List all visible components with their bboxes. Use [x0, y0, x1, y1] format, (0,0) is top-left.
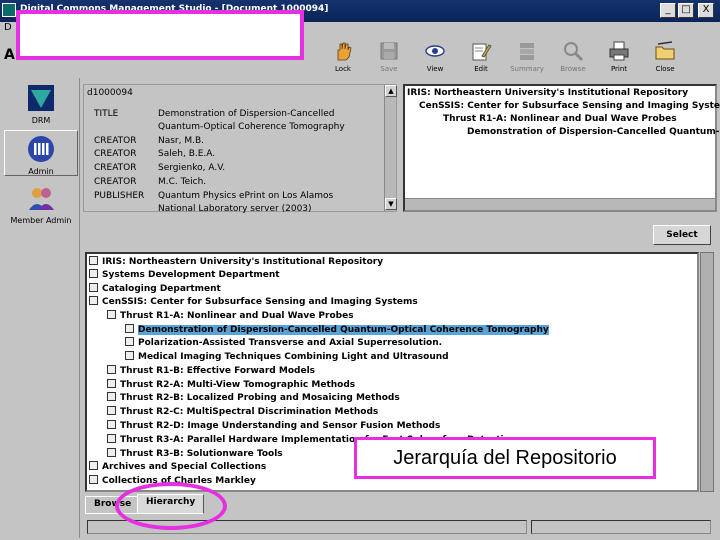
tree-node[interactable]: Cataloging Department	[89, 283, 221, 294]
metadata-row: TITLE Demonstration of Dispersion-Cancell…	[94, 109, 335, 119]
collection-icon	[89, 296, 98, 305]
tree-node[interactable]: Systems Development Department	[89, 269, 280, 280]
edit-icon	[472, 43, 492, 61]
metadata-scrollbar[interactable]: ▲ ▼	[384, 85, 397, 211]
toolbar: Lock Save View Edit Summary Browse Print…	[320, 36, 720, 78]
edit-button[interactable]: Edit	[458, 38, 504, 78]
tree-node[interactable]: Polarization-Assisted Transverse and Axi…	[125, 337, 442, 348]
annotation-ellipse	[115, 482, 227, 530]
scroll-down-arrow-icon[interactable]: ▼	[385, 198, 397, 210]
print-button[interactable]: Print	[596, 38, 642, 78]
tree-node[interactable]: CenSSIS: Center for Subsurface Sensing a…	[89, 296, 418, 307]
metadata-row: CREATOR M.C. Teich.	[94, 177, 207, 187]
floppy-icon	[380, 42, 398, 60]
lock-button[interactable]: Lock	[320, 38, 366, 78]
collection-icon	[89, 475, 98, 484]
tree-node[interactable]: Thrust R2-A: Multi-View Tomographic Meth…	[107, 379, 355, 390]
metadata-row: CREATOR Saleh, B.E.A.	[94, 149, 216, 159]
sidebar: DRM Admin Member Admin	[2, 78, 80, 538]
summary-label: Summary	[510, 65, 544, 73]
view-button[interactable]: View	[412, 38, 458, 78]
browse-label: Browse	[560, 65, 586, 73]
members-icon	[29, 188, 54, 210]
metadata-row: Quantum-Optical Coherence Tomography	[158, 122, 345, 132]
close-button[interactable]: Close	[642, 38, 688, 78]
document-id: d1000094	[87, 88, 133, 98]
location-tree-node[interactable]: CenSSIS: Center for Subsurface Sensing a…	[419, 101, 720, 111]
folder-icon	[107, 379, 116, 388]
document-icon	[125, 351, 134, 360]
sidebar-item-member-admin[interactable]: Member Admin	[4, 180, 78, 226]
select-button[interactable]: Select	[653, 225, 711, 245]
location-tree-node[interactable]: Demonstration of Dispersion-Cancelled Qu…	[467, 127, 720, 137]
tree-node[interactable]: Thrust R3-B: Solutionware Tools	[107, 448, 283, 459]
eye-icon	[425, 45, 445, 57]
browse-button[interactable]: Browse	[550, 38, 596, 78]
tree-node[interactable]: Thrust R2-D: Image Understanding and Sen…	[107, 420, 440, 431]
hand-icon	[337, 42, 352, 61]
annotation-caption: Jerarquía del Repositorio	[354, 437, 656, 479]
print-label: Print	[610, 65, 628, 73]
sidebar-item-drm[interactable]: DRM	[4, 80, 78, 126]
menu-item-first[interactable]: D	[4, 22, 12, 33]
tree-node[interactable]: Thrust R2-B: Localized Probing and Mosai…	[107, 392, 400, 403]
collection-icon	[89, 461, 98, 470]
tree-node[interactable]: Thrust R2-C: MultiSpectral Discriminatio…	[107, 406, 378, 417]
metadata-row: National Laboratory server (2003)	[158, 204, 312, 214]
location-tree-hscrollbar[interactable]	[405, 198, 715, 210]
redaction-box	[16, 10, 304, 60]
tree-node[interactable]: IRIS: Northeastern University's Institut…	[89, 256, 383, 267]
folder-icon	[107, 406, 116, 415]
folder-icon	[107, 420, 116, 429]
address-label: A	[4, 47, 15, 63]
collection-icon	[89, 283, 98, 292]
metadata-row: CREATOR Nasr, M.B.	[94, 136, 205, 146]
folder-icon	[107, 448, 116, 457]
location-tree-node[interactable]: Thrust R1-A: Nonlinear and Dual Wave Pro…	[443, 114, 677, 124]
printer-icon	[609, 41, 629, 61]
root-icon	[89, 256, 98, 265]
close-window-button[interactable]: X	[698, 3, 714, 18]
view-label: View	[426, 65, 444, 73]
tree-node-selected[interactable]: Demonstration of Dispersion-Cancelled Qu…	[125, 324, 549, 335]
document-icon	[125, 337, 134, 346]
metadata-row: PUBLISHER Quantum Physics ePrint on Los A…	[94, 191, 334, 201]
folder-close-icon	[655, 41, 675, 60]
folder-icon	[107, 310, 116, 319]
scroll-up-arrow-icon[interactable]: ▲	[385, 85, 397, 97]
folder-icon	[107, 365, 116, 374]
tree-node[interactable]: Medical Imaging Techniques Combining Lig…	[125, 351, 449, 362]
maximize-button[interactable]: □	[678, 3, 694, 18]
save-label: Save	[380, 65, 398, 73]
close-label: Close	[655, 65, 675, 73]
minimize-button[interactable]: _	[660, 3, 676, 18]
sidebar-item-label: Admin	[28, 167, 54, 176]
drm-logo-icon	[28, 85, 54, 111]
sidebar-item-label: DRM	[31, 116, 51, 125]
location-tree-pane: IRIS: Northeastern University's Institut…	[403, 84, 720, 212]
status-field	[531, 520, 711, 534]
hierarchy-scrollbar[interactable]	[700, 252, 714, 492]
lock-label: Lock	[335, 65, 351, 73]
location-tree-node[interactable]: IRIS: Northeastern University's Institut…	[407, 88, 688, 98]
collection-icon	[89, 269, 98, 278]
magnifier-icon	[564, 42, 584, 62]
folder-icon	[107, 392, 116, 401]
sidebar-item-label: Member Admin	[10, 216, 72, 225]
metadata-pane: d1000094 TITLE Demonstration of Dispersio…	[83, 84, 397, 214]
save-button[interactable]: Save	[366, 38, 412, 78]
folder-icon	[107, 434, 116, 443]
summary-button[interactable]: Summary	[504, 38, 550, 78]
tree-node[interactable]: Thrust R1-B: Effective Forward Models	[107, 365, 315, 376]
edit-label: Edit	[474, 65, 488, 73]
sidebar-item-admin[interactable]: Admin	[4, 130, 78, 176]
document-icon	[125, 324, 134, 333]
metadata-row: CREATOR Sergienko, A.V.	[94, 163, 226, 173]
app-icon	[2, 3, 16, 17]
summary-icon	[520, 43, 534, 60]
tree-node[interactable]: Archives and Special Collections	[89, 461, 266, 472]
admin-columns-icon	[28, 136, 54, 162]
tree-node[interactable]: Thrust R1-A: Nonlinear and Dual Wave Pro…	[107, 310, 354, 321]
